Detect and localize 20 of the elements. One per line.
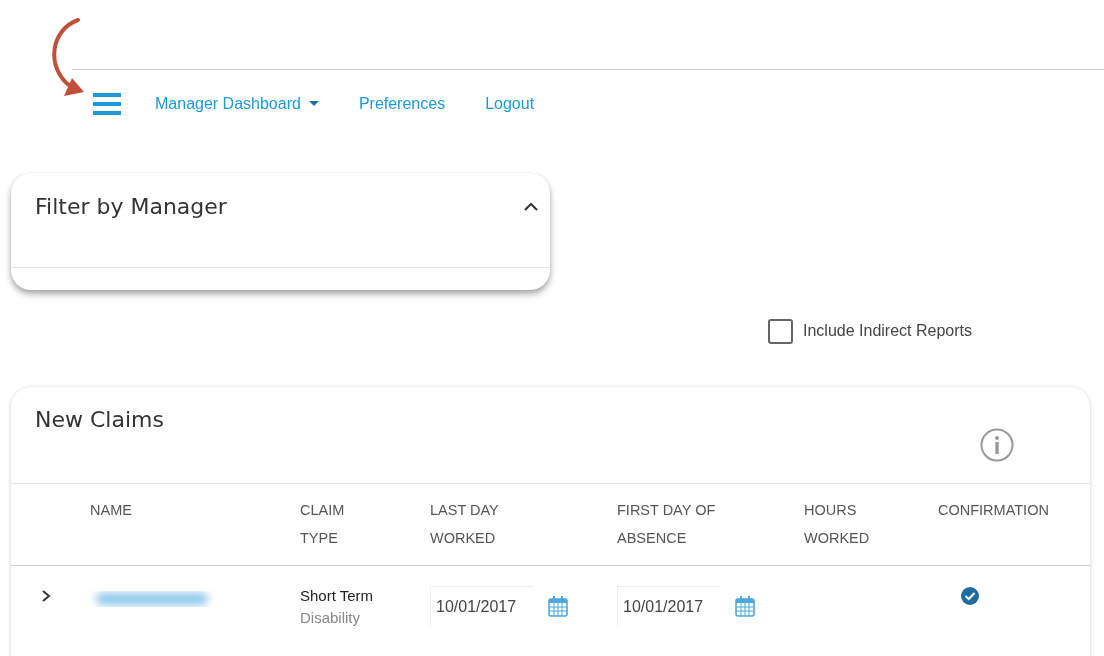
menu-icon[interactable] [93,92,121,116]
card-title: New Claims [35,407,164,432]
caret-icon[interactable] [308,101,319,107]
column-header: HOURS WORKED [804,501,871,548]
expand-chevron-icon[interactable] [41,589,51,603]
include-indirect-checkbox[interactable]: Include Indirect Reports [768,319,972,343]
column-header: FIRST DAY OF ABSENCE [617,501,717,548]
date-field[interactable]: 10/01/2017 [430,586,534,626]
panel-title: Filter by Manager [35,193,227,219]
column-header: LAST DAY WORKED [430,501,500,548]
date-field[interactable]: 10/01/2017 [617,586,721,626]
calendar-icon[interactable] [735,595,755,617]
column-header: CONFIRMATION [938,501,1050,520]
calendar-icon[interactable] [548,595,568,617]
claim-subtype: Disability [300,608,361,628]
info-icon[interactable] [980,428,1014,462]
claim-type: Short Term [300,586,375,606]
collapse-chevron-icon[interactable] [524,201,538,211]
column-header: CLAIM TYPE [300,501,346,548]
column-header: NAME [90,501,133,520]
